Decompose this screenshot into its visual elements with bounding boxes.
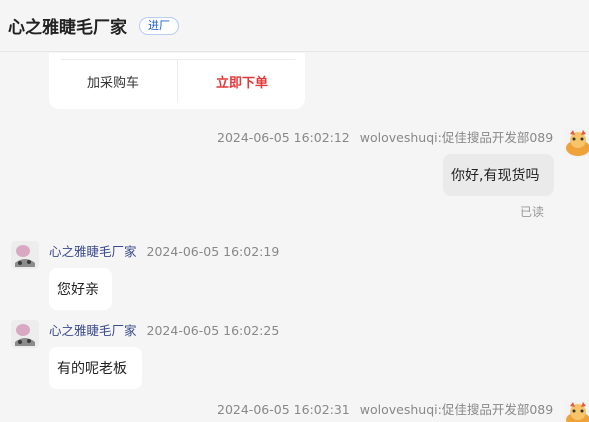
message-bubble: 有的呢老板 <box>49 347 142 389</box>
avatar-icon <box>564 400 589 422</box>
message-sender[interactable]: 心之雅睫毛厂家 <box>49 323 137 338</box>
avatar-icon <box>564 128 589 156</box>
message-bubble: 您好亲 <box>49 268 112 310</box>
message-meta: 心之雅睫毛厂家 2024-06-05 16:02:25 <box>49 320 279 339</box>
message-bubble: 你好,有现货吗 <box>443 154 554 196</box>
avatar-icon <box>11 241 39 269</box>
product-card: 加采购车 立即下单 <box>49 53 305 109</box>
message-sender: woloveshuqi:促佳搜品开发部089 <box>359 130 554 145</box>
message-time: 2024-06-05 16:02:12 <box>217 130 350 145</box>
read-status: 已读 <box>520 205 545 219</box>
message-meta: 2024-06-05 16:02:31 woloveshuqi:促佳搜品开发部08… <box>217 399 553 418</box>
message-time: 2024-06-05 16:02:25 <box>146 323 280 338</box>
buy-now-button[interactable]: 立即下单 <box>177 60 306 102</box>
message-time: 2024-06-05 16:02:19 <box>146 244 280 259</box>
enter-shop-button[interactable]: 进厂 <box>139 16 179 35</box>
message-meta: 2024-06-05 16:02:12 woloveshuqi:促佳搜品开发部08… <box>217 127 553 146</box>
message-meta: 心之雅睫毛厂家 2024-06-05 16:02:19 <box>49 241 279 260</box>
add-to-cart-button[interactable]: 加采购车 <box>49 60 177 102</box>
seller-avatar[interactable] <box>11 241 39 269</box>
avatar-icon <box>11 320 39 348</box>
message-time: 2024-06-05 16:02:31 <box>217 402 350 417</box>
chat-header: 心之雅睫毛厂家 进厂 <box>0 0 589 52</box>
message-sender[interactable]: 心之雅睫毛厂家 <box>49 244 137 259</box>
user-avatar[interactable] <box>564 128 589 156</box>
shop-name: 心之雅睫毛厂家 <box>8 18 127 38</box>
message-sender: woloveshuqi:促佳搜品开发部089 <box>359 402 554 417</box>
user-avatar[interactable] <box>564 400 589 422</box>
seller-avatar[interactable] <box>11 320 39 348</box>
